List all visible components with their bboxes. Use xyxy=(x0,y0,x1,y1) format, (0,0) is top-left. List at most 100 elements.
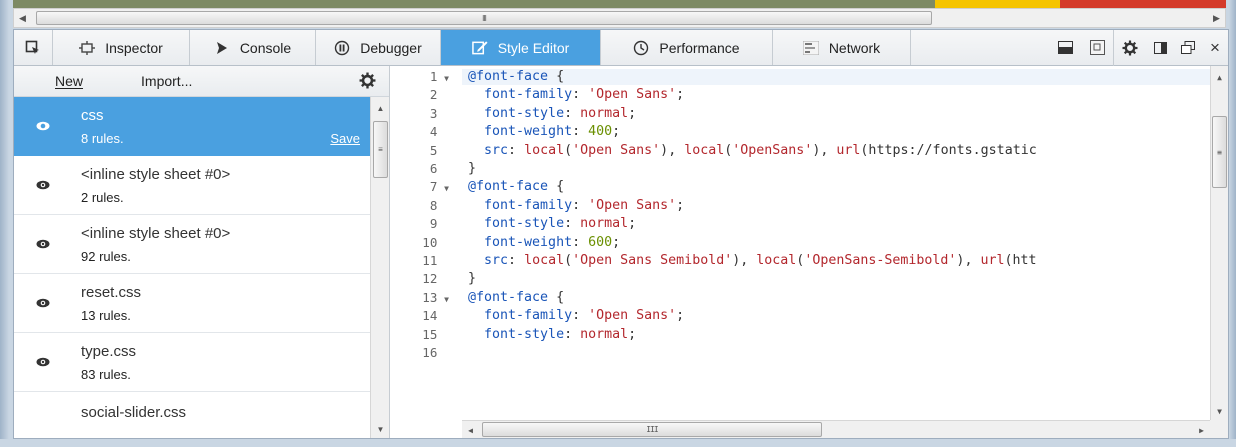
tab-style-editor-label: Style Editor xyxy=(497,39,570,56)
toggle-visibility-button[interactable] xyxy=(35,354,51,370)
editor-horizontal-scrollbar[interactable]: ◀ III ▶ xyxy=(462,420,1210,438)
scroll-right-arrow-icon[interactable]: ▶ xyxy=(1208,9,1225,27)
toolbar-right-group: × xyxy=(1049,29,1228,66)
eye-icon xyxy=(36,239,50,249)
tab-performance[interactable]: Performance xyxy=(601,30,773,65)
scroll-down-arrow-icon[interactable]: ▼ xyxy=(372,420,389,438)
tab-network[interactable]: Network xyxy=(773,30,911,65)
eye-icon xyxy=(36,298,50,308)
close-toolbox-button[interactable]: × xyxy=(1202,30,1228,66)
code-line: font-family: 'Open Sans'; xyxy=(484,87,685,103)
list-item-stylesheet[interactable]: <inline style sheet #0> 92 rules. xyxy=(14,215,370,274)
line-number-text: 8 xyxy=(429,197,438,213)
line-number-text: 3 xyxy=(429,105,438,121)
split-console-button[interactable] xyxy=(1049,30,1081,66)
tab-debugger-label: Debugger xyxy=(360,39,422,56)
window-border-bottom xyxy=(0,439,1236,447)
settings-gear-icon xyxy=(1122,40,1138,55)
scroll-grip: III xyxy=(482,13,487,23)
line-number: 2 ▼ xyxy=(391,87,449,103)
editor-vertical-scrollbar[interactable]: ▲ ≡ ▼ xyxy=(1210,66,1228,420)
undock-window-button[interactable] xyxy=(1174,30,1202,66)
tab-inspector[interactable]: Inspector xyxy=(53,30,190,65)
settings-button[interactable] xyxy=(1114,30,1146,66)
tab-style-editor[interactable]: Style Editor xyxy=(441,30,601,65)
line-number-text: 1 xyxy=(429,69,438,84)
code-line: font-family: 'Open Sans'; xyxy=(484,197,685,213)
debugger-pause-icon xyxy=(334,40,350,56)
line-number: 12 ▼ xyxy=(391,271,449,287)
devtools-toolbar: Inspector Console Debugger Style Editor … xyxy=(14,29,1228,66)
page-scrollbar-thumb[interactable]: III xyxy=(36,11,932,25)
fold-arrow-icon[interactable]: ▼ xyxy=(439,295,449,304)
sidebar-options-button[interactable] xyxy=(359,72,376,94)
tab-console[interactable]: Console xyxy=(190,30,316,65)
scroll-grip: III xyxy=(646,425,658,434)
code-line: font-style: normal; xyxy=(484,216,637,232)
scroll-left-arrow-icon[interactable]: ◀ xyxy=(14,9,31,27)
save-stylesheet-link[interactable]: Save xyxy=(330,131,360,146)
element-picker-icon xyxy=(25,40,39,54)
element-picker-button[interactable] xyxy=(14,30,53,65)
toggle-visibility-button[interactable] xyxy=(35,177,51,193)
code-line: } xyxy=(468,271,477,287)
toggle-visibility-button[interactable] xyxy=(35,236,51,252)
split-console-icon xyxy=(1057,41,1073,54)
list-item-stylesheet[interactable]: social-slider.css xyxy=(14,392,370,438)
line-number: 6 ▼ xyxy=(391,161,449,177)
eye-icon xyxy=(36,180,50,190)
editor-hscroll-thumb[interactable]: III xyxy=(482,422,822,437)
import-stylesheet-label: Import... xyxy=(141,73,193,89)
line-number-text: 13 xyxy=(422,289,438,305)
undock-window-icon xyxy=(1181,41,1195,54)
tab-debugger[interactable]: Debugger xyxy=(316,30,441,65)
line-number-text: 11 xyxy=(422,253,438,268)
line-number-text: 15 xyxy=(422,326,438,342)
list-item-stylesheet[interactable]: reset.css 13 rules. xyxy=(14,274,370,333)
stylesheet-name: type.css xyxy=(81,343,137,360)
fold-arrow-icon[interactable]: ▼ xyxy=(439,74,449,83)
scroll-right-arrow-icon[interactable]: ▶ xyxy=(1193,421,1210,439)
code-line: font-style: normal; xyxy=(484,326,637,342)
network-icon xyxy=(802,40,819,56)
sidebar-toolbar: New Import... xyxy=(14,66,389,97)
page-content-strip xyxy=(13,0,935,8)
scroll-up-arrow-icon[interactable]: ▲ xyxy=(1211,68,1228,86)
sidebar-scrollbar-thumb[interactable]: ≡ xyxy=(373,121,388,178)
line-number: 15 ▼ xyxy=(391,327,449,343)
tab-network-label: Network xyxy=(828,39,881,56)
options-gear-icon xyxy=(359,72,376,89)
stylesheet-rule-count: 13 rules. xyxy=(81,308,131,323)
list-item-stylesheet[interactable]: <inline style sheet #0> 2 rules. xyxy=(14,156,370,215)
page-horizontal-scrollbar[interactable]: ◀ III ▶ xyxy=(13,8,1226,28)
toggle-visibility-button[interactable] xyxy=(35,118,51,134)
style-editor-pencil-icon xyxy=(471,40,488,56)
stylesheet-rule-count: 2 rules. xyxy=(81,190,124,205)
code-editor[interactable]: 1 ▼2 ▼3 ▼4 ▼5 ▼6 ▼7 ▼8 ▼9 ▼10 ▼11 ▼12 ▼1… xyxy=(391,66,1228,438)
scroll-up-arrow-icon[interactable]: ▲ xyxy=(372,99,389,117)
scroll-down-arrow-icon[interactable]: ▼ xyxy=(1211,402,1228,420)
line-number: 8 ▼ xyxy=(391,198,449,214)
import-stylesheet-button[interactable]: Import... xyxy=(111,66,210,97)
line-number: 4 ▼ xyxy=(391,124,449,140)
stylesheet-name: <inline style sheet #0> xyxy=(81,225,231,242)
new-stylesheet-button[interactable]: New xyxy=(14,66,111,97)
code-area[interactable]: @font-face { font-family: 'Open Sans'; f… xyxy=(462,66,1210,420)
scrollbar-corner xyxy=(1210,420,1228,438)
toggle-visibility-button[interactable] xyxy=(35,295,51,311)
fold-arrow-icon[interactable]: ▼ xyxy=(439,184,449,193)
editor-vscroll-thumb[interactable]: ≡ xyxy=(1212,116,1227,188)
list-item-stylesheet[interactable]: css 8 rules. Save xyxy=(14,97,370,156)
sidebar-vertical-scrollbar[interactable]: ▲ ≡ ▼ xyxy=(370,97,389,438)
scratchpad-button[interactable] xyxy=(1081,30,1113,66)
dock-side-icon xyxy=(1153,41,1167,54)
line-number: 13 ▼ xyxy=(391,290,449,306)
scroll-left-arrow-icon[interactable]: ◀ xyxy=(462,421,479,439)
page-content-strip xyxy=(935,0,1060,8)
dock-side-button[interactable] xyxy=(1146,30,1174,66)
close-icon: × xyxy=(1210,37,1220,57)
line-number-text: 2 xyxy=(429,87,438,103)
list-item-stylesheet[interactable]: type.css 83 rules. xyxy=(14,333,370,392)
stylesheet-rule-count: 8 rules. xyxy=(81,131,124,146)
line-number-text: 5 xyxy=(429,142,438,158)
